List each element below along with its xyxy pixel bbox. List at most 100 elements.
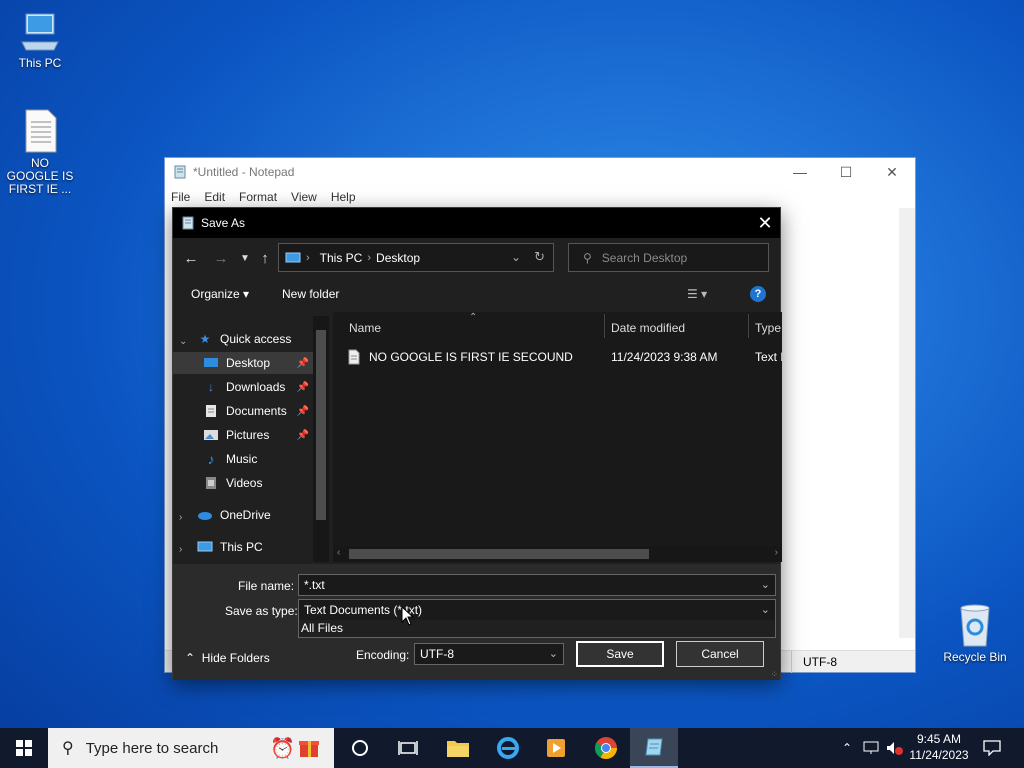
- nav-item-downloads[interactable]: ↓ Downloads 📌: [173, 376, 313, 398]
- dialog-toolbar: Organize ▾ New folder ☰ ▾: [173, 281, 780, 309]
- nav-this-pc[interactable]: This PC: [197, 536, 263, 558]
- maximize-button[interactable]: ☐: [823, 158, 869, 186]
- forward-arrow-icon[interactable]: →: [211, 248, 231, 268]
- desktop-icon-label: Recycle Bin: [943, 650, 1007, 664]
- nav-item-pictures[interactable]: Pictures 📌: [173, 424, 313, 446]
- chevron-down-icon[interactable]: ⌄: [761, 578, 770, 591]
- encoding-select[interactable]: UTF-8 ⌄: [414, 643, 564, 665]
- chrome-button[interactable]: [582, 728, 630, 768]
- show-hidden-icons-button[interactable]: ⌃: [838, 728, 856, 768]
- address-dropdown-icon[interactable]: ⌄: [511, 250, 521, 264]
- nav-item-music[interactable]: ♪ Music: [173, 448, 313, 470]
- cloud-icon: [197, 507, 213, 523]
- nav-item-videos[interactable]: Videos: [173, 472, 313, 494]
- file-name-input[interactable]: *.txt ⌄: [298, 574, 776, 596]
- status-encoding: UTF-8: [803, 655, 837, 669]
- windows-logo-icon: [16, 740, 32, 756]
- new-folder-button[interactable]: New folder: [282, 287, 339, 301]
- cancel-button[interactable]: Cancel: [676, 641, 764, 667]
- recent-locations-chevron-icon[interactable]: ▼: [235, 248, 255, 268]
- cortana-icon: [352, 740, 368, 756]
- view-options-icon[interactable]: ☰ ▾: [687, 287, 707, 301]
- address-bar[interactable]: › This PC › Desktop ⌄ ↻: [278, 243, 554, 272]
- notepad-vertical-scrollbar[interactable]: [899, 208, 915, 638]
- file-explorer-button[interactable]: [434, 728, 482, 768]
- volume-muted-icon[interactable]: [884, 728, 906, 768]
- nav-onedrive[interactable]: OneDrive: [197, 504, 271, 526]
- desktop-icon-text-file[interactable]: NO GOOGLE IS FIRST IE ...: [0, 108, 80, 196]
- desktop-icon-this-pc[interactable]: This PC: [0, 10, 80, 70]
- videos-icon: [203, 475, 219, 491]
- menu-help[interactable]: Help: [331, 190, 356, 204]
- chevron-down-icon[interactable]: ⌄: [549, 647, 558, 660]
- breadcrumb-this-pc[interactable]: This PC: [320, 251, 363, 265]
- expand-chevron-icon[interactable]: ⌄: [179, 336, 187, 347]
- save-button[interactable]: Save: [576, 641, 664, 667]
- gift-icon[interactable]: [298, 736, 320, 762]
- downloads-icon: ↓: [208, 380, 214, 394]
- start-button[interactable]: [0, 728, 48, 768]
- edge-browser-button[interactable]: [484, 728, 532, 768]
- music-icon: ♪: [207, 451, 215, 467]
- navigation-pane-scrollbar[interactable]: [313, 316, 329, 562]
- computer-icon: [21, 13, 59, 51]
- search-box[interactable]: ⚲ Search Desktop: [568, 243, 769, 272]
- menu-view[interactable]: View: [291, 190, 317, 204]
- breadcrumb-desktop[interactable]: Desktop: [376, 251, 420, 265]
- nav-item-documents[interactable]: Documents 📌: [173, 400, 313, 422]
- nav-item-desktop[interactable]: Desktop 📌: [173, 352, 313, 374]
- navigation-bar: ← → ▼ ↑ › This PC › Desktop ⌄ ↻ ⚲ Search…: [173, 242, 780, 274]
- refresh-icon[interactable]: ↻: [534, 249, 545, 265]
- media-app-button[interactable]: [532, 728, 580, 768]
- dialog-title-bar[interactable]: Save As: [173, 208, 780, 238]
- help-icon[interactable]: ?: [750, 286, 766, 302]
- menu-format[interactable]: Format: [239, 190, 277, 204]
- file-list-horizontal-scrollbar[interactable]: ‹ ›: [333, 546, 782, 562]
- save-as-type-select[interactable]: Text Documents (*.txt) ⌄: [298, 599, 776, 621]
- recycle-bin-icon: [960, 604, 990, 647]
- network-icon[interactable]: [860, 728, 882, 768]
- alarm-clock-icon[interactable]: ⏰: [270, 736, 295, 761]
- notifications-button[interactable]: [980, 728, 1004, 768]
- computer-icon: [197, 539, 213, 555]
- notepad-menu-bar: File Edit Format View Help: [165, 186, 915, 208]
- text-file-icon: [25, 109, 57, 153]
- minimize-button[interactable]: —: [777, 158, 823, 186]
- notepad-icon: [645, 738, 663, 756]
- system-clock[interactable]: 9:45 AM 11/24/2023: [904, 731, 974, 763]
- internet-explorer-icon: [497, 737, 519, 759]
- dialog-close-button[interactable]: ✕: [750, 208, 780, 238]
- sort-up-icon: ⌃: [469, 312, 478, 323]
- desktop-icon-recycle-bin[interactable]: Recycle Bin: [935, 602, 1015, 664]
- text-file-icon: [348, 349, 360, 365]
- pictures-icon: [203, 427, 219, 443]
- hide-folders-button[interactable]: ⌃ Hide Folders: [185, 651, 270, 665]
- column-header-type[interactable]: Type: [755, 321, 781, 335]
- menu-file[interactable]: File: [171, 190, 190, 204]
- star-icon: ★: [199, 332, 211, 346]
- media-player-icon: [547, 739, 565, 757]
- save-as-type-option-all-files[interactable]: All Files: [298, 620, 776, 638]
- taskbar-search-box[interactable]: ⚲ Type here to search ⏰: [48, 728, 334, 768]
- back-arrow-icon[interactable]: ←: [181, 248, 201, 268]
- expand-chevron-icon[interactable]: ›: [179, 544, 182, 555]
- expand-chevron-icon[interactable]: ›: [179, 512, 182, 523]
- task-view-button[interactable]: [384, 728, 432, 768]
- file-row[interactable]: NO GOOGLE IS FIRST IE SECOUND 11/24/2023…: [347, 346, 782, 368]
- desktop-icon-label: NO GOOGLE IS FIRST IE ...: [6, 156, 74, 196]
- desktop-icon-label: This PC: [18, 56, 62, 70]
- pin-icon: 📌: [296, 381, 309, 393]
- column-header-date-modified[interactable]: Date modified: [611, 321, 685, 335]
- nav-quick-access[interactable]: ★ Quick access: [197, 328, 292, 350]
- menu-edit[interactable]: Edit: [204, 190, 225, 204]
- close-button[interactable]: ✕: [869, 158, 915, 186]
- cortana-button[interactable]: [336, 728, 384, 768]
- chevron-down-icon[interactable]: ⌄: [761, 603, 770, 616]
- clock-date: 11/24/2023: [909, 748, 969, 762]
- notepad-icon: [182, 216, 194, 230]
- resize-grip-icon[interactable]: ⁘: [770, 669, 778, 680]
- organize-button[interactable]: Organize ▾: [191, 287, 249, 301]
- notepad-taskbar-button[interactable]: [630, 728, 678, 768]
- up-arrow-icon[interactable]: ↑: [255, 248, 275, 268]
- column-header-name[interactable]: Name: [349, 321, 381, 335]
